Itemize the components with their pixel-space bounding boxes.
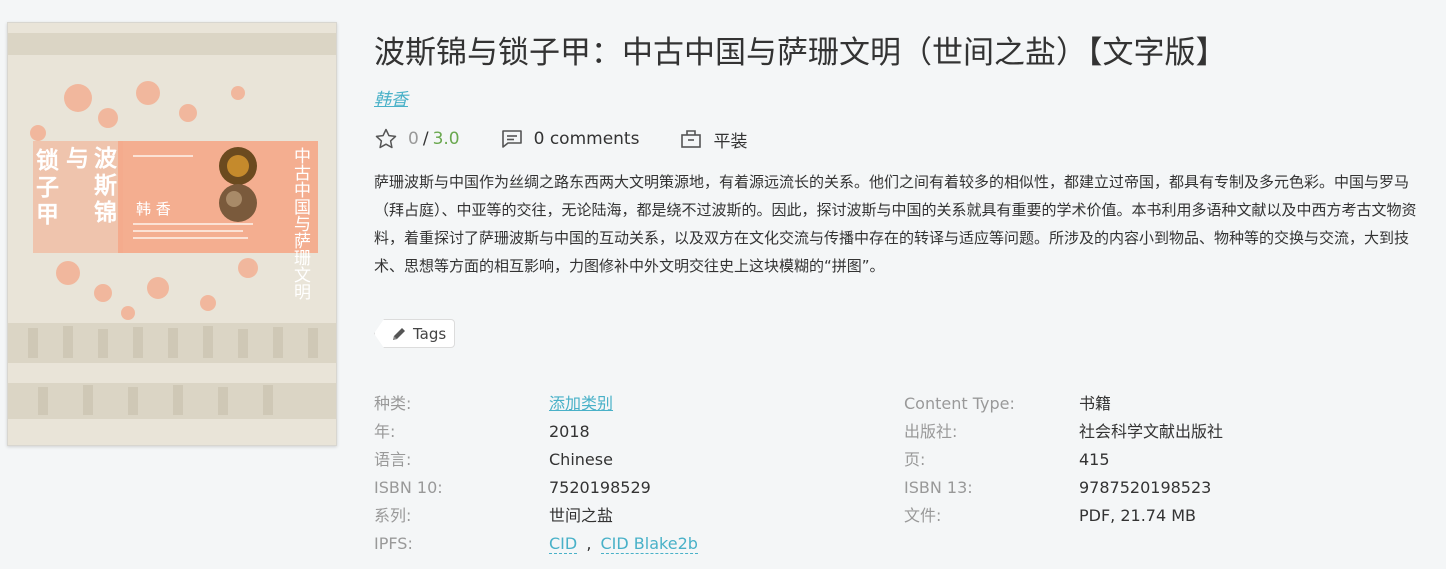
cover-title-column-1: 波斯锦 [94,145,117,226]
file-label: 文件: [904,506,942,525]
property-row: IPFS: CID , CID Blake2b [374,530,1434,558]
comments[interactable]: 0 comments [500,127,640,151]
rating-max: 3.0 [432,129,460,149]
content-type-label: Content Type: [904,394,1015,413]
rating-value: 0 [408,129,419,149]
property-row: 系列: 世间之盐 文件: PDF, 21.74 MB [374,502,1434,530]
ipfs-cid-link[interactable]: CID [549,534,578,554]
isbn10-value: 7520198529 [549,478,651,497]
tags-button[interactable]: Tags [374,319,456,348]
language-label: 语言: [374,450,412,469]
book-properties: 种类: 添加类别 Content Type: 书籍 年: 2018 出版社: 社… [374,390,1434,558]
isbn10-label: ISBN 10: [374,478,443,497]
isbn13-value: 9787520198523 [1079,478,1212,497]
file-value: PDF, 21.74 MB [1079,506,1197,525]
year-label: 年: [374,422,396,441]
pages-value: 415 [1079,450,1110,469]
comments-count: 0 comments [533,129,640,149]
ipfs-blake2b-link[interactable]: CID Blake2b [600,534,698,554]
add-category-link[interactable]: 添加类别 [549,390,613,418]
cover-title-column-3: 锁子甲 [36,147,59,228]
series-label: 系列: [374,506,412,525]
ipfs-separator: , [586,534,592,553]
cover-subtitle: 中古中国与萨珊文明 [294,147,311,303]
property-row: 种类: 添加类别 Content Type: 书籍 [374,390,1434,418]
box-icon [681,130,702,148]
series-value: 世间之盐 [549,506,614,525]
content-type-value: 书籍 [1079,394,1112,413]
star-icon[interactable] [374,127,398,151]
book-cover[interactable]: 波斯锦 与 锁子甲 韩 香 中古中国与萨珊文明 [7,22,337,446]
format: 平装 [679,127,747,152]
property-row: 年: 2018 出版社: 社会科学文献出版社 [374,418,1434,446]
rating[interactable]: 0 / 3.0 [374,127,460,151]
book-meta-row: 0 / 3.0 0 comments 平装 [374,126,787,152]
language-value: Chinese [549,450,613,469]
tags-label: Tags [413,324,447,343]
year-value: 2018 [549,422,590,441]
isbn13-label: ISBN 13: [904,478,973,497]
ipfs-label: IPFS: [374,534,413,553]
ipfs-links: CID , CID Blake2b [549,530,698,558]
rating-separator: / [422,129,429,149]
book-title: 波斯锦与锁子甲：中古中国与萨珊文明（世间之盐）【文字版】 [374,35,1227,71]
category-label: 种类: [374,394,412,413]
pencil-icon [393,327,405,340]
property-row: ISBN 10: 7520198529 ISBN 13: 97875201985… [374,474,1434,502]
book-description: 萨珊波斯与中国作为丝绸之路东西两大文明策源地，有着源远流长的关系。他们之间有着较… [374,173,1417,275]
comment-icon [501,130,522,148]
cover-title-column-2: 与 [66,145,89,172]
publisher-value: 社会科学文献出版社 [1079,422,1224,441]
cover-author: 韩 香 [136,200,171,218]
pages-label: 页: [904,450,926,469]
format-label: 平装 [713,131,748,152]
publisher-label: 出版社: [904,422,958,441]
property-row: 语言: Chinese 页: 415 [374,446,1434,474]
book-cover-art [8,23,336,445]
author-link[interactable]: 韩香 [374,85,408,110]
